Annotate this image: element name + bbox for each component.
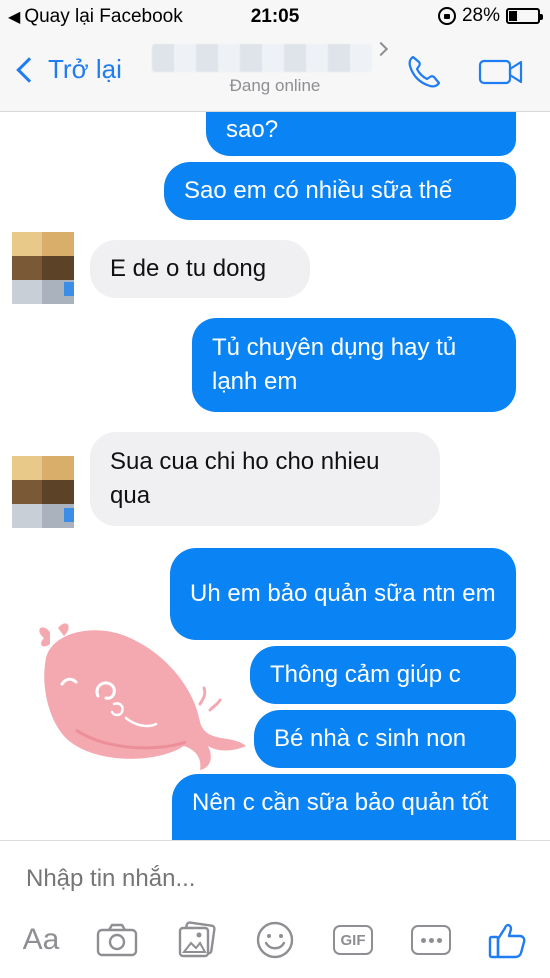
message-text: Sao em có nhiều sữa thế xyxy=(184,177,453,204)
text-style-label: Aa xyxy=(22,923,60,956)
composer-toolbar: Aa GIF xyxy=(0,917,550,973)
message-bubble-outgoing[interactable]: Bé nhà c sinh non xyxy=(254,710,516,768)
photo-gallery-icon xyxy=(178,921,216,958)
gif-button[interactable]: GIF xyxy=(330,917,376,963)
battery-fill xyxy=(509,11,517,21)
message-bubble-incoming[interactable]: E de o tu dong xyxy=(90,240,310,298)
message-text: Nên c cần sữa bảo quản tốt xyxy=(192,789,489,816)
contact-name-blurred[interactable] xyxy=(152,44,372,72)
battery-icon xyxy=(506,8,543,24)
photo-gallery-button[interactable] xyxy=(174,917,220,963)
message-bubble-incoming[interactable]: Sua cua chi ho cho nhieu qua xyxy=(90,432,440,526)
phone-icon[interactable] xyxy=(404,52,444,92)
message-text: E de o tu dong xyxy=(110,255,267,282)
message-bubble-outgoing[interactable]: Nên c cần sữa bảo quản tốt xyxy=(172,774,516,840)
like-thumb-icon xyxy=(488,923,526,959)
message-bubble-outgoing[interactable]: sao? xyxy=(206,112,516,156)
status-indicators: 28% xyxy=(437,5,543,27)
avatar[interactable] xyxy=(12,232,74,304)
rotation-lock-icon xyxy=(437,7,456,25)
whale-sticker[interactable] xyxy=(36,618,250,778)
camera-icon xyxy=(96,923,138,957)
battery-percent: 28% xyxy=(461,5,500,26)
conversation-header: Trở lại Đang online xyxy=(0,34,550,112)
message-input[interactable] xyxy=(26,865,506,893)
message-text: Tủ chuyên dụng hay tủ lạnh em xyxy=(212,334,457,395)
video-camera-icon[interactable] xyxy=(478,56,524,88)
text-style-button[interactable]: Aa xyxy=(18,917,64,963)
message-text: Sua cua chi ho cho nhieu qua xyxy=(110,448,380,509)
more-icon xyxy=(411,925,451,955)
online-status: Đang online xyxy=(229,76,321,95)
emoji-button[interactable] xyxy=(252,917,298,963)
message-list[interactable]: sao? Sao em có nhiều sữa thế E de o tu d… xyxy=(0,112,550,840)
chevron-right-icon[interactable] xyxy=(373,41,389,57)
camera-button[interactable] xyxy=(94,917,140,963)
message-text: sao? xyxy=(226,116,279,143)
avatar[interactable] xyxy=(12,456,74,528)
gif-label: GIF xyxy=(333,925,373,955)
message-bubble-outgoing[interactable]: Tủ chuyên dụng hay tủ lạnh em xyxy=(192,318,516,412)
message-text: Thông cảm giúp c xyxy=(270,661,461,688)
message-composer: Aa GIF xyxy=(0,840,550,978)
message-bubble-outgoing[interactable]: Thông cảm giúp c xyxy=(250,646,516,704)
message-bubble-outgoing[interactable]: Sao em có nhiều sữa thế xyxy=(164,162,516,220)
more-button[interactable] xyxy=(408,917,454,963)
status-bar: ◀ Quay lại Facebook 21:05 28% xyxy=(0,0,550,34)
message-text: Bé nhà c sinh non xyxy=(274,725,467,752)
like-button[interactable] xyxy=(484,917,530,963)
message-text: Uh em bảo quản sữa ntn em xyxy=(190,580,496,607)
smiley-icon xyxy=(256,921,294,959)
